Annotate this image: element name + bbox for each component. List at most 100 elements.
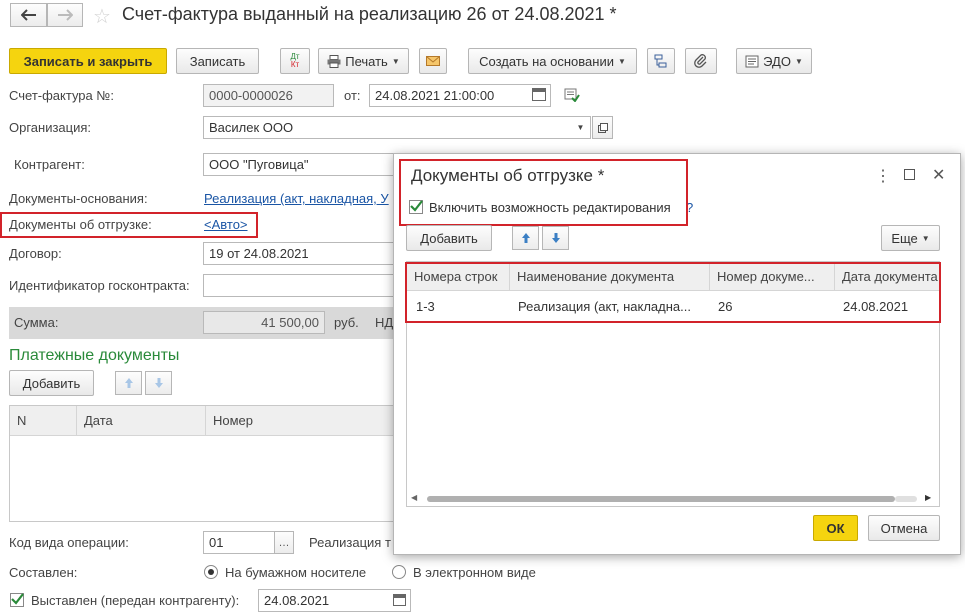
edo-button[interactable]: ЭДО ▼	[736, 48, 812, 74]
base-documents-label: Документы-основания:	[9, 191, 148, 206]
operation-code-field[interactable]: 01	[203, 531, 275, 554]
create-based-on-button[interactable]: Создать на основании ▼	[468, 48, 637, 74]
create-based-on-label: Создать на основании	[479, 53, 614, 69]
paperclip-icon	[694, 54, 707, 68]
invoice-date-value: 24.08.2021 21:00:00	[375, 88, 495, 103]
arrow-right-icon	[58, 9, 73, 21]
electronic-radio[interactable]	[392, 565, 406, 579]
issued-checkbox[interactable]	[10, 593, 24, 607]
paper-radio-label[interactable]: На бумажном носителе	[225, 565, 366, 580]
chevron-down-icon: ▼	[794, 56, 803, 66]
more-menu-icon[interactable]: ⋮	[875, 166, 891, 186]
issued-label[interactable]: Выставлен (передан контрагенту):	[31, 593, 239, 608]
favorite-star-icon[interactable]: ☆	[93, 4, 111, 29]
shipment-documents-link[interactable]: <Авто>	[204, 217, 248, 232]
operation-code-select-button[interactable]: …	[274, 531, 294, 554]
electronic-radio-label[interactable]: В электронном виде	[413, 565, 536, 580]
print-label: Печать	[345, 53, 388, 69]
chevron-down-icon: ▼	[576, 123, 585, 132]
table-row[interactable]: 1-3 Реализация (акт, накладна... 26 24.0…	[407, 291, 939, 322]
move-up-button[interactable]	[115, 371, 142, 395]
scroll-right-icon[interactable]: ▶	[925, 493, 931, 502]
horizontal-scrollbar[interactable]: ◀ ▶	[407, 492, 939, 506]
column-header[interactable]: Дата	[77, 406, 206, 435]
column-header[interactable]: Номера строк	[407, 262, 510, 290]
dt-kt-button[interactable]: Дт Кт	[280, 48, 310, 74]
invoice-number-field[interactable]: 0000-0000026	[203, 84, 334, 107]
row-date-cell: 24.08.2021	[843, 298, 909, 314]
calendar-icon[interactable]	[532, 88, 546, 101]
save-button[interactable]: Записать	[176, 48, 259, 74]
scroll-left-icon[interactable]: ◀	[411, 493, 417, 502]
currency-label: руб.	[334, 315, 359, 330]
ok-button[interactable]: ОК	[813, 515, 858, 541]
chevron-down-icon: ▼	[617, 56, 626, 66]
add-payment-button[interactable]: Добавить	[9, 370, 94, 396]
sum-value: 41 500,00	[261, 315, 319, 330]
dialog-more-label: Еще	[891, 230, 918, 246]
column-header[interactable]: Номер докуме...	[710, 262, 835, 290]
arrow-up-icon	[521, 233, 530, 243]
close-icon[interactable]: ✕	[932, 165, 945, 185]
organization-field[interactable]: Василек ООО	[203, 116, 591, 139]
issued-date-field[interactable]: 24.08.2021	[258, 589, 411, 612]
contractor-label: Контрагент:	[14, 157, 85, 172]
dialog-move-up-button[interactable]	[512, 226, 539, 250]
payments-table: N Дата Номер	[9, 405, 399, 522]
column-header[interactable]: Наименование документа	[510, 262, 710, 290]
move-down-button[interactable]	[145, 371, 172, 395]
contractor-field[interactable]: ООО "Пуговица"	[203, 153, 403, 176]
column-header[interactable]: Номер	[206, 406, 398, 435]
structure-button[interactable]	[647, 48, 675, 74]
kt-label: Кт	[290, 60, 300, 69]
arrow-down-icon	[551, 233, 560, 243]
arrow-left-icon	[20, 9, 36, 21]
printer-icon	[327, 54, 341, 68]
print-button[interactable]: Печать ▼	[318, 48, 409, 74]
row-number-cell: 26	[718, 298, 733, 314]
row-lines-cell: 1-3	[416, 298, 435, 314]
forward-button[interactable]	[47, 3, 83, 27]
vat-label: НД	[375, 315, 394, 330]
enable-edit-label[interactable]: Включить возможность редактирования	[429, 200, 671, 215]
gov-contract-field[interactable]	[203, 274, 403, 297]
scroll-thumb[interactable]	[427, 496, 895, 502]
register-icon[interactable]	[564, 88, 580, 102]
column-header[interactable]: N	[10, 406, 77, 435]
dialog-more-button[interactable]: Еще ▼	[881, 225, 940, 251]
chevron-down-icon: ▼	[921, 233, 930, 243]
help-icon[interactable]: ?	[686, 200, 693, 215]
shipment-documents-table: Номера строк Наименование документа Номе…	[406, 261, 940, 507]
enable-edit-checkbox[interactable]	[409, 200, 423, 214]
arrow-down-icon	[154, 378, 163, 388]
checkmark-icon	[410, 200, 423, 212]
maximize-icon[interactable]	[904, 169, 915, 180]
arrow-up-icon	[124, 378, 133, 388]
dialog-move-down-button[interactable]	[542, 226, 569, 250]
payments-section-title: Платежные документы	[9, 347, 180, 364]
paper-radio[interactable]	[204, 565, 218, 579]
invoice-date-field[interactable]: 24.08.2021 21:00:00	[369, 84, 551, 107]
page-title: Счет-фактура выданный на реализацию 26 о…	[122, 4, 617, 24]
organization-dropdown-button[interactable]: ▼	[570, 117, 591, 138]
hierarchy-icon	[654, 54, 667, 68]
back-button[interactable]	[10, 3, 47, 27]
sum-field: 41 500,00	[203, 311, 325, 334]
cancel-button[interactable]: Отмена	[868, 515, 940, 541]
composed-label: Составлен:	[9, 565, 78, 580]
chevron-down-icon: ▼	[391, 56, 400, 66]
edo-label: ЭДО	[763, 53, 791, 69]
column-header[interactable]: Дата документа	[835, 262, 939, 290]
contract-label: Договор:	[9, 246, 62, 261]
save-and-close-button[interactable]: Записать и закрыть	[9, 48, 167, 74]
base-documents-link[interactable]: Реализация (акт, накладная, У	[204, 191, 393, 206]
calendar-icon[interactable]	[393, 594, 406, 606]
invoice-number-label: Счет-фактура №:	[9, 88, 114, 103]
email-button[interactable]	[419, 48, 447, 74]
contract-field[interactable]: 19 от 24.08.2021	[203, 242, 403, 265]
edo-icon	[745, 55, 759, 67]
organization-open-button[interactable]	[592, 116, 613, 139]
dialog-add-button[interactable]: Добавить	[406, 225, 492, 251]
attach-button[interactable]	[685, 48, 717, 74]
sum-label: Сумма:	[14, 315, 59, 330]
